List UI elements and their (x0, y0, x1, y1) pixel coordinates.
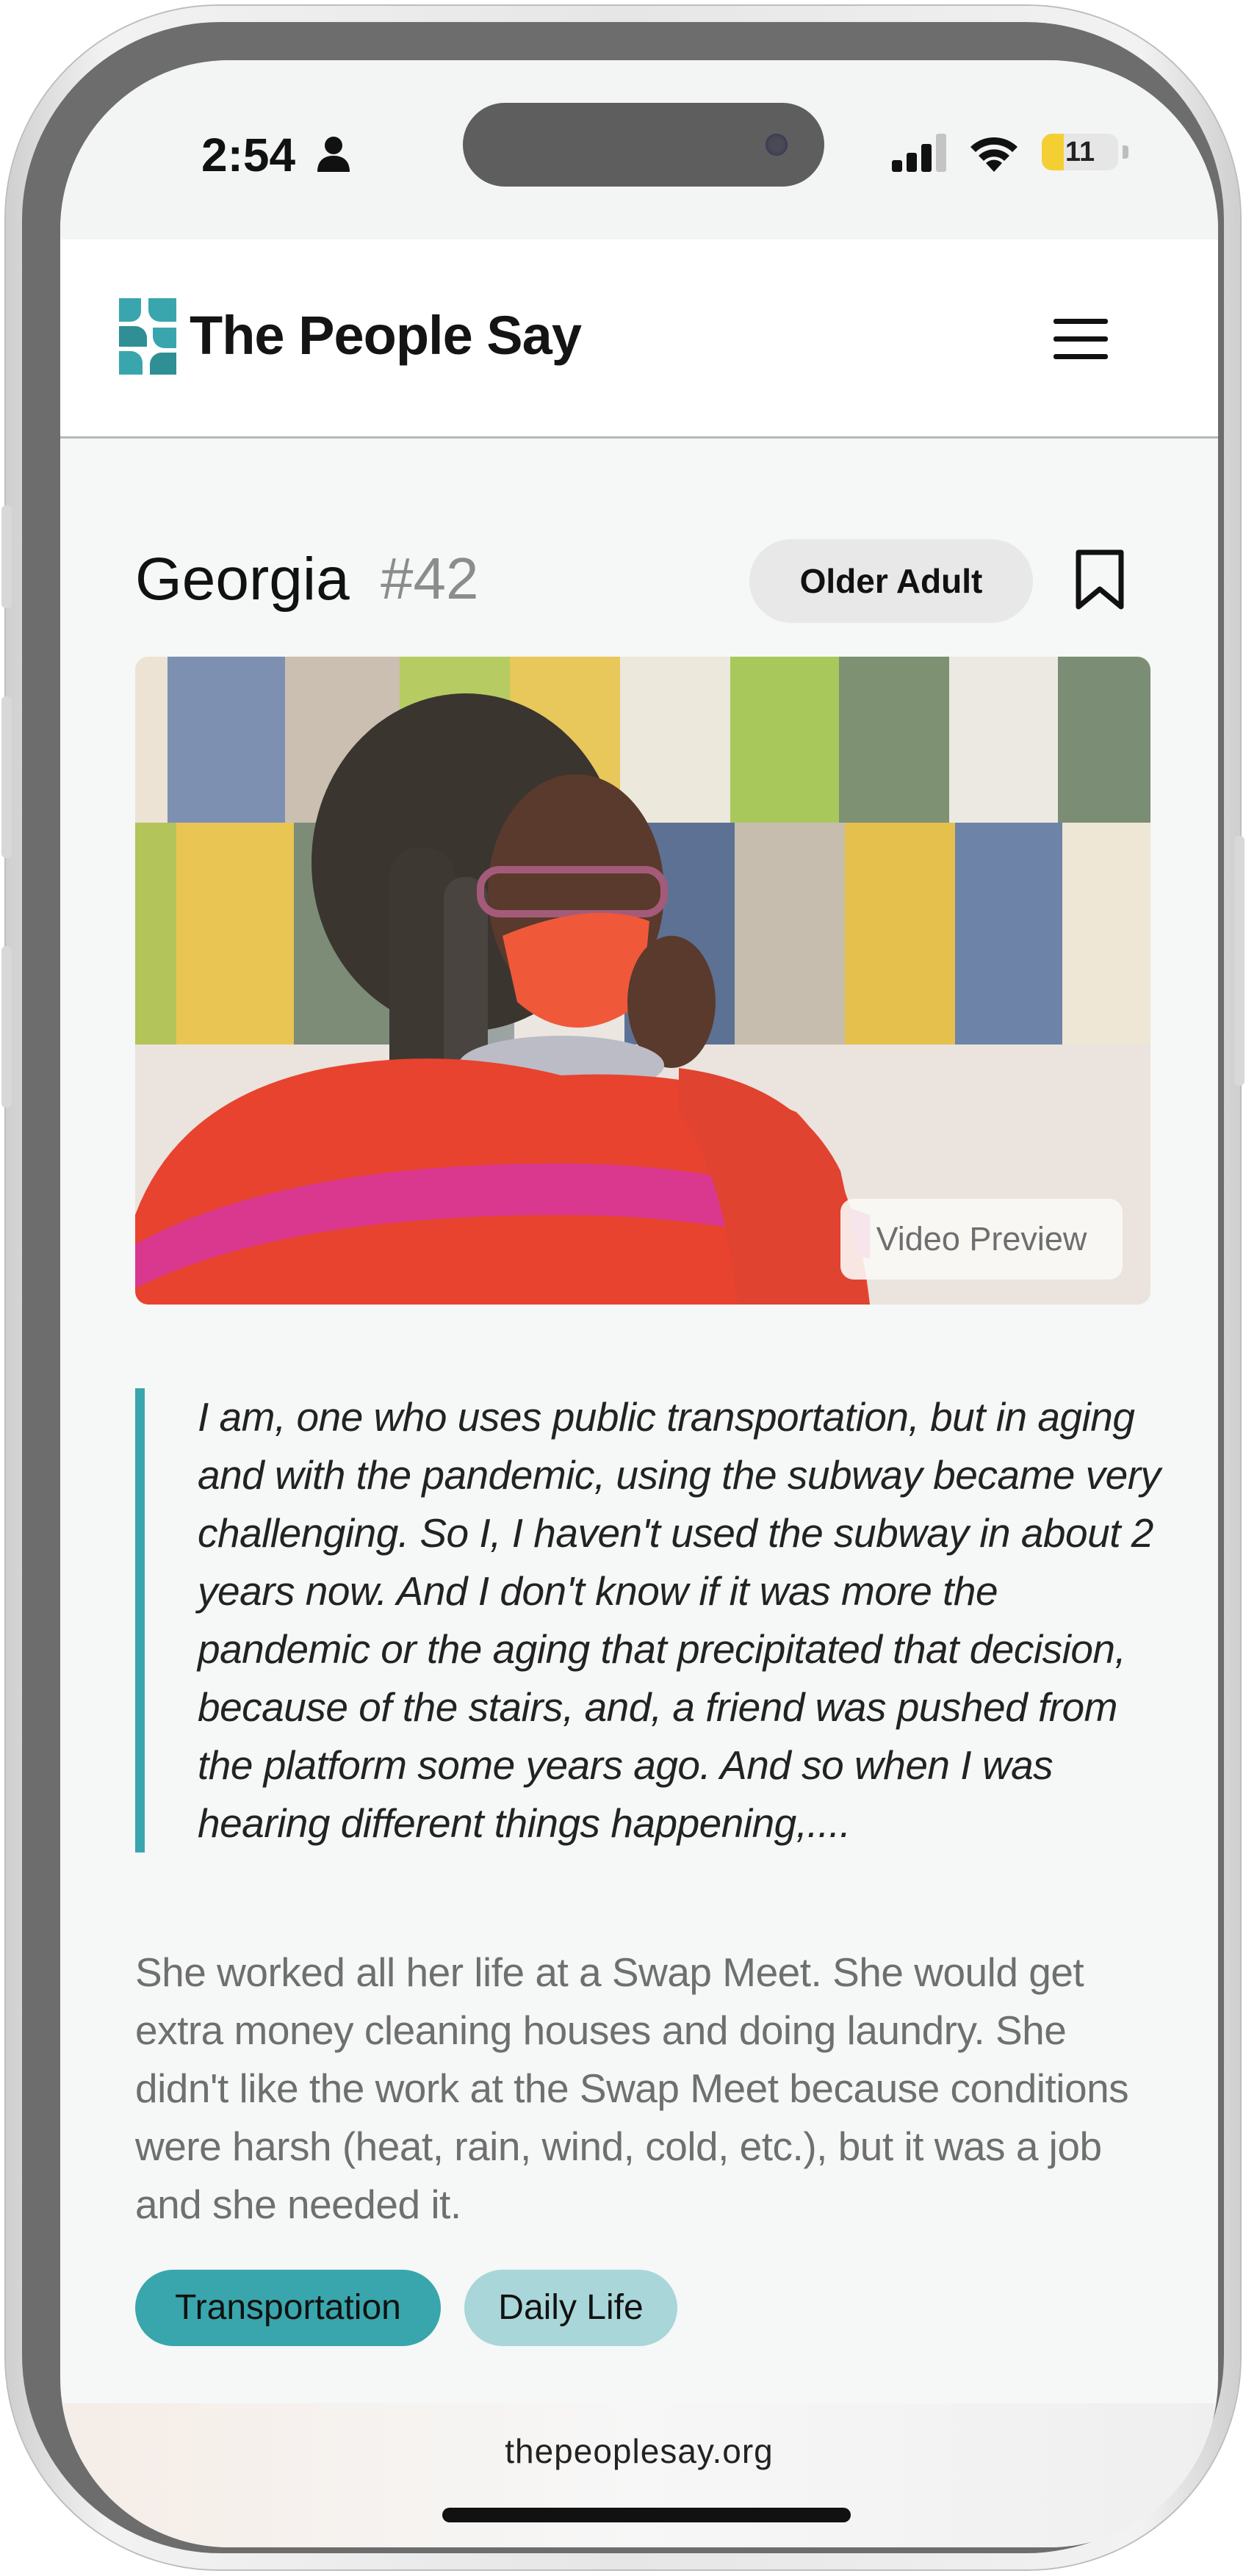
action-button (1, 505, 12, 608)
power-button (1234, 836, 1245, 1086)
video-thumbnail[interactable]: Video Preview (135, 657, 1150, 1305)
logo-icon (119, 298, 176, 375)
story-title-row: Georgia #42 Older Adult (60, 530, 1218, 633)
browser-bottom-bar: thepeoplesay.org (60, 2403, 1218, 2547)
hamburger-menu-icon[interactable] (1049, 316, 1112, 363)
cellular-signal-icon (892, 134, 946, 172)
brand-name[interactable]: The People Say (190, 304, 582, 367)
person-name: Georgia (135, 546, 350, 613)
status-time: 2:54 (201, 129, 296, 181)
category-badge[interactable]: Older Adult (749, 539, 1033, 623)
phone-bezel: 2:54 11 The People Say Georgia #42 Older… (22, 22, 1224, 2553)
video-preview-button[interactable]: Video Preview (840, 1199, 1123, 1280)
screen: 2:54 11 The People Say Georgia #42 Older… (60, 60, 1218, 2547)
camera-icon (766, 134, 788, 156)
person-icon (317, 137, 350, 172)
volume-up-button (1, 696, 12, 858)
battery-level: 11 (1065, 137, 1095, 167)
story-number: #42 (381, 546, 479, 611)
tag-daily-life[interactable]: Daily Life (464, 2270, 677, 2346)
battery-tip (1123, 145, 1128, 159)
phone-frame: 2:54 11 The People Say Georgia #42 Older… (1, 6, 1245, 2569)
url-label[interactable]: thepeoplesay.org (60, 2431, 1218, 2471)
status-bar: 2:54 11 (60, 60, 1218, 239)
home-indicator[interactable] (442, 2508, 851, 2522)
site-header: The People Say (60, 239, 1218, 439)
story-quote: I am, one who uses public transportation… (135, 1388, 1164, 1852)
volume-down-button (1, 946, 12, 1108)
wifi-icon (970, 137, 1018, 172)
battery-indicator: 11 (1042, 134, 1118, 170)
bookmark-icon[interactable] (1074, 548, 1125, 611)
tag-transportation[interactable]: Transportation (135, 2270, 441, 2346)
quote-text: I am, one who uses public transportation… (198, 1394, 1161, 1846)
story-description: She worked all her life at a Swap Meet. … (135, 1949, 1129, 2227)
